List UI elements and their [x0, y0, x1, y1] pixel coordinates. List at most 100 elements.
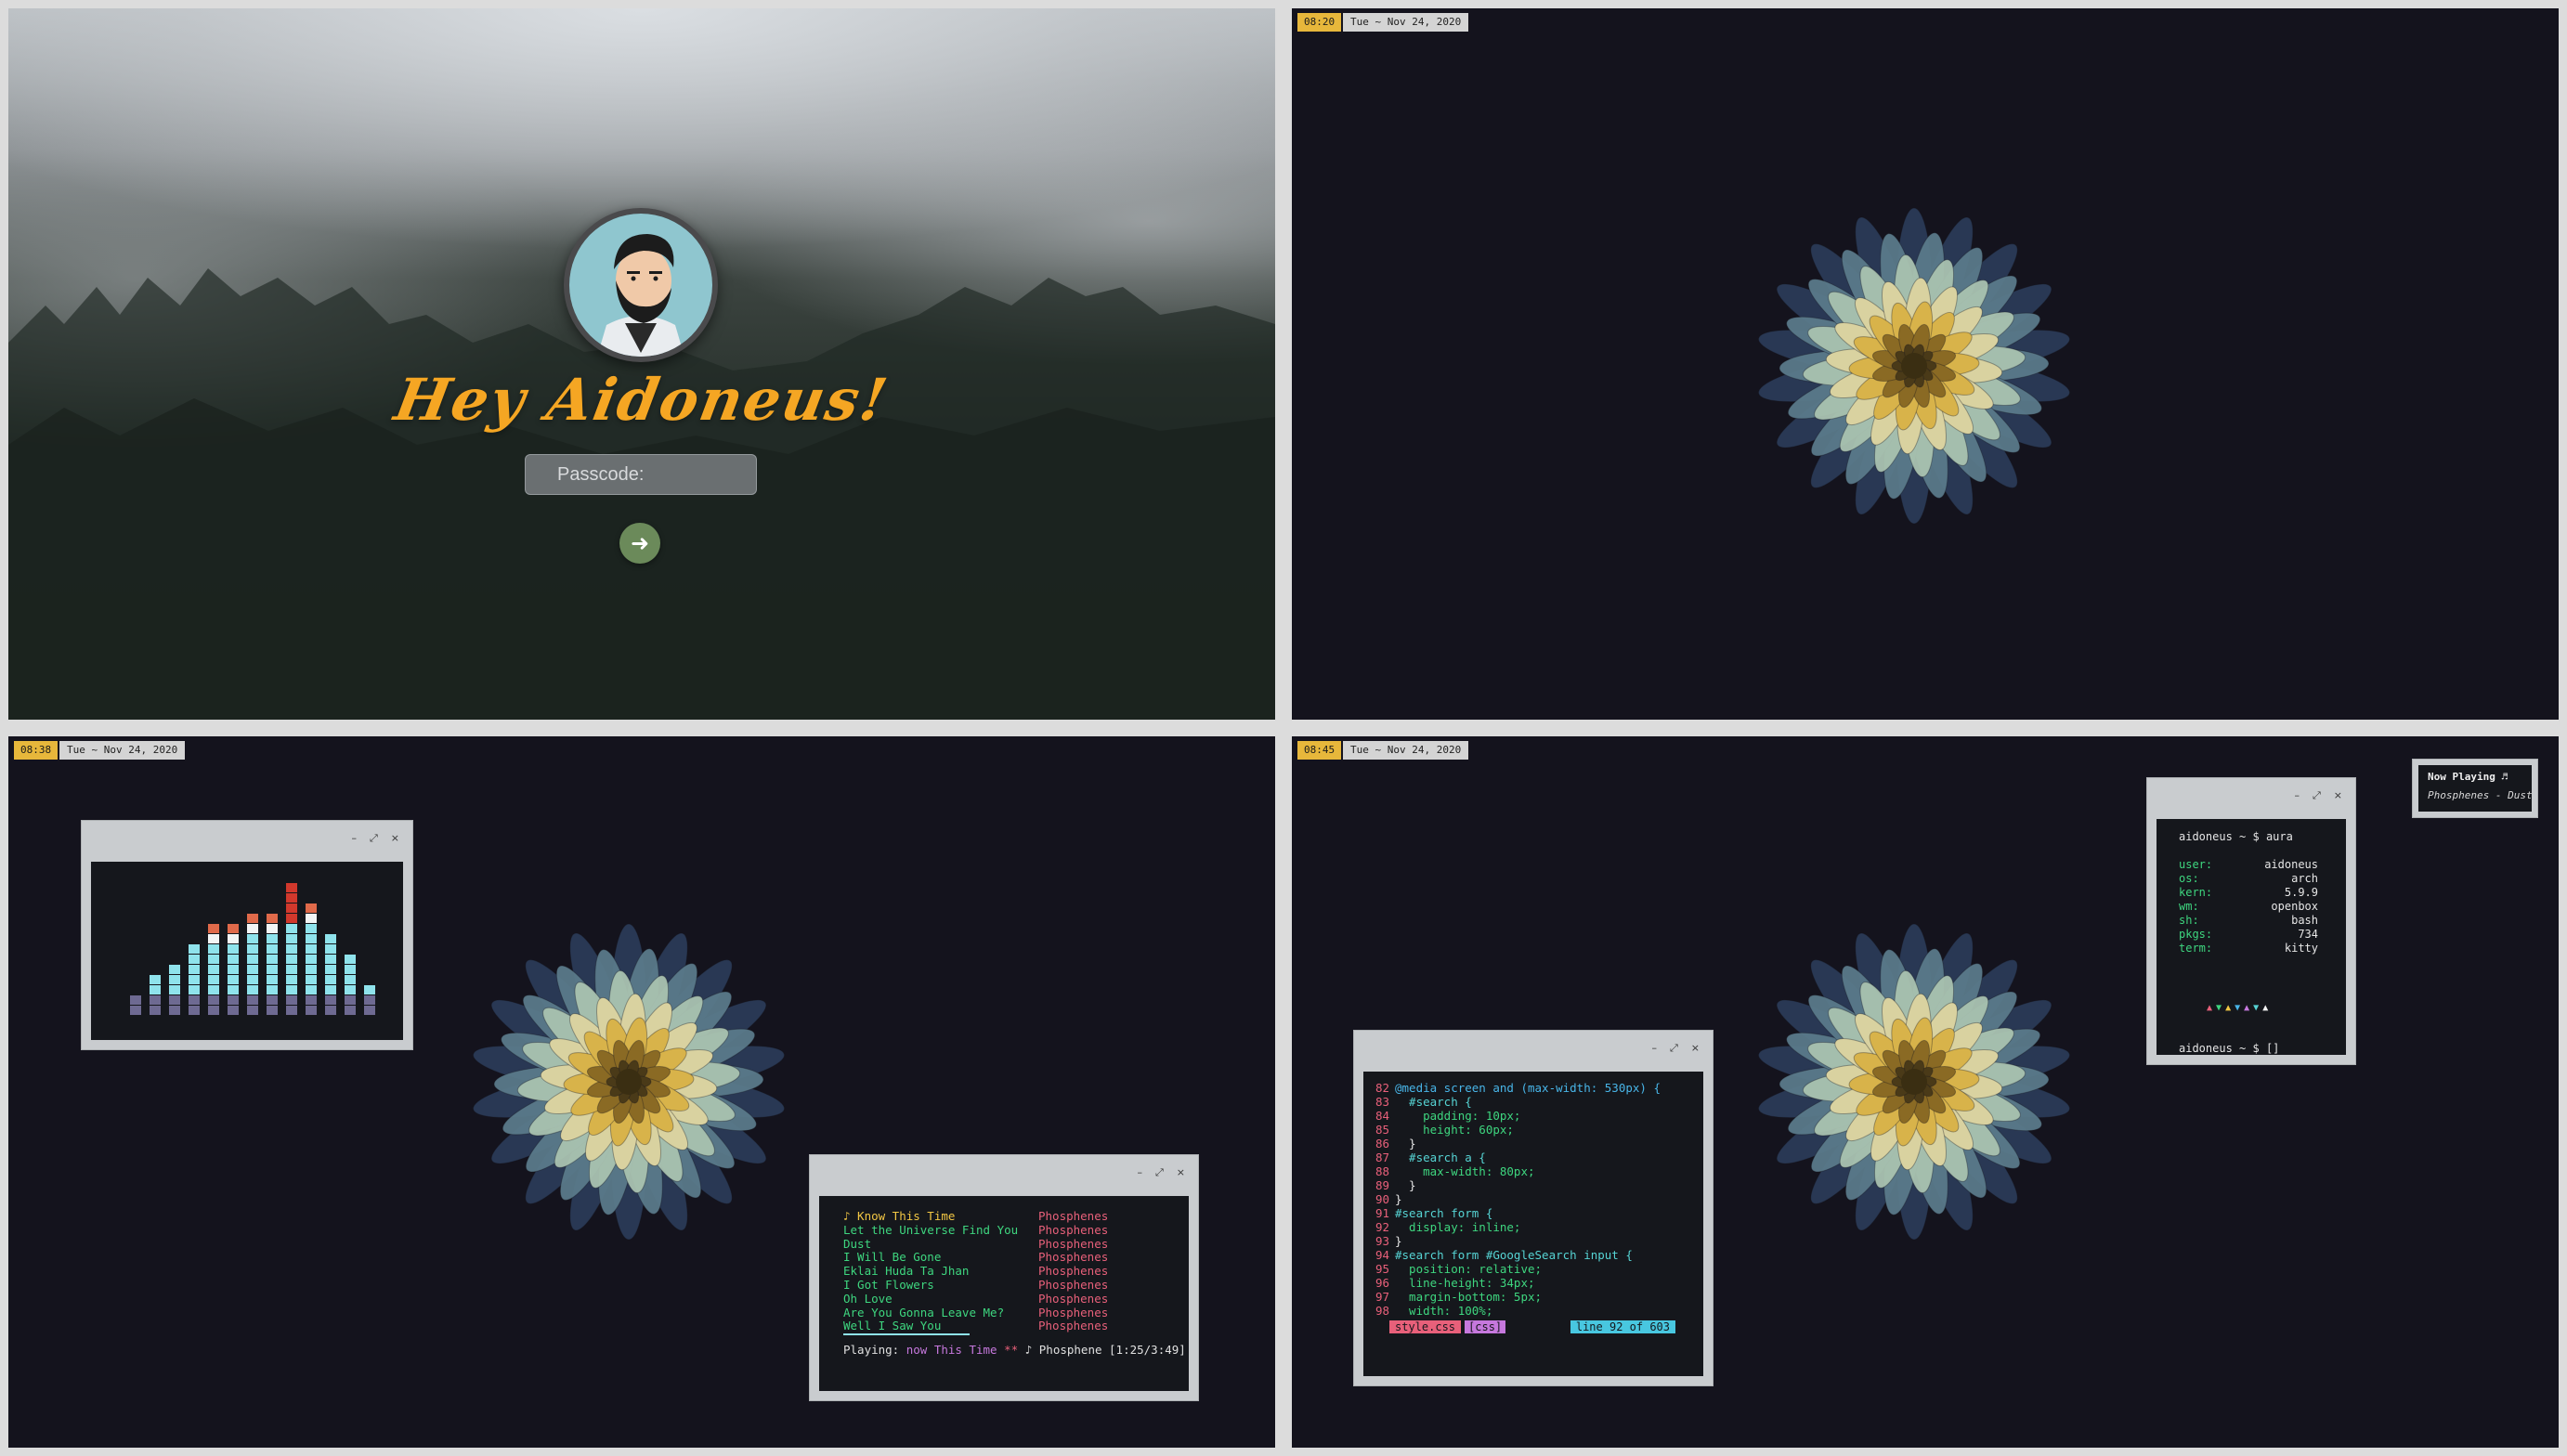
- code-line[interactable]: 90}: [1363, 1192, 1402, 1206]
- code-text: }: [1395, 1234, 1402, 1248]
- visualizer-segment: [306, 995, 317, 1005]
- greeting-text: Hey Aidoneus!: [389, 366, 894, 434]
- window-titlebar[interactable]: – ⤢ ×: [810, 1155, 1198, 1196]
- visualizer-segment: [286, 944, 297, 954]
- minimize-icon[interactable]: –: [1137, 1166, 1142, 1179]
- visualizer-segment: [345, 1006, 356, 1015]
- visualizer-segment: [364, 995, 375, 1005]
- close-icon[interactable]: ×: [391, 832, 399, 845]
- maximize-icon[interactable]: ⤢: [1155, 1166, 1164, 1179]
- notification-title: Now Playing ♬: [2428, 771, 2508, 783]
- window-titlebar[interactable]: – ⤢ ×: [2147, 778, 2355, 819]
- playlist-item[interactable]: Eklai Huda Ta Jhan Phosphenes: [843, 1264, 1159, 1278]
- playlist-item[interactable]: Well I Saw You Phosphenes: [843, 1319, 1159, 1332]
- line-number: 90: [1375, 1192, 1389, 1206]
- sysinfo-key: pkgs:: [2179, 928, 2213, 941]
- minimize-icon[interactable]: –: [1651, 1042, 1657, 1055]
- visualizer-segment: [228, 1006, 239, 1015]
- visualizer-segment: [247, 995, 258, 1005]
- now-playing-notification[interactable]: Now Playing ♬ Phosphenes - Dust: [2412, 759, 2538, 818]
- track-artist: Phosphenes: [1038, 1291, 1109, 1306]
- visualizer-segment: [247, 985, 258, 994]
- sysinfo-row: os: arch: [2179, 872, 2318, 885]
- code-line[interactable]: 91 #search form {: [1363, 1206, 1492, 1220]
- code-line[interactable]: 98 width: 100%;: [1363, 1304, 1492, 1318]
- unlock-button[interactable]: ➜: [619, 523, 660, 564]
- close-icon[interactable]: ×: [1177, 1166, 1185, 1179]
- code-line[interactable]: 85 height: 60px;: [1363, 1123, 1514, 1137]
- visualizer-segment: [345, 975, 356, 984]
- minimize-icon[interactable]: –: [2294, 789, 2300, 802]
- visualizer-segment: [345, 985, 356, 994]
- sysinfo-key: user:: [2179, 858, 2213, 871]
- playlist-item[interactable]: I Got Flowers Phosphenes: [843, 1278, 1159, 1292]
- code-line[interactable]: 96 line-height: 34px;: [1363, 1276, 1535, 1290]
- code-line[interactable]: 97 margin-bottom: 5px;: [1363, 1290, 1542, 1304]
- playlist: Playing: now This Time ** ♪ Phosphene [1…: [819, 1196, 1189, 1391]
- code-line[interactable]: 92 display: inline;: [1363, 1220, 1521, 1234]
- playlist-item[interactable]: I Will Be Gone Phosphenes: [843, 1250, 1159, 1264]
- terminal-body[interactable]: aidoneus ~ $ aura user: aidoneus os: arch ke…: [2157, 819, 2346, 1055]
- visualizer-segment: [286, 893, 297, 903]
- minimize-icon[interactable]: –: [351, 832, 357, 845]
- dahlia-wallpaper: [1758, 207, 2070, 525]
- track-artist: Phosphenes: [1038, 1278, 1109, 1292]
- code-text: max-width: 80px;: [1395, 1164, 1535, 1178]
- window-titlebar[interactable]: – ⤢ ×: [82, 821, 412, 862]
- code-line[interactable]: 86 }: [1363, 1137, 1416, 1150]
- code-line[interactable]: 94 #search form #GoogleSearch input {: [1363, 1248, 1633, 1262]
- track-artist: Phosphenes: [1038, 1305, 1109, 1320]
- window-titlebar[interactable]: – ⤢ ×: [1354, 1031, 1713, 1072]
- visualizer-segment: [208, 934, 219, 943]
- dahlia-wallpaper: [1758, 923, 2070, 1241]
- code-editor[interactable]: 82 @media screen and (max-width: 530px) {…: [1363, 1072, 1703, 1376]
- color-triangle: ▲: [2244, 1003, 2254, 1013]
- editor-window[interactable]: – ⤢ × 82 @media screen and (max-width: 53…: [1353, 1030, 1714, 1386]
- visualizer-segment: [286, 1006, 297, 1015]
- code-line[interactable]: 88 max-width: 80px;: [1363, 1164, 1535, 1178]
- playlist-item[interactable]: Dust Phosphenes: [843, 1237, 1159, 1251]
- visualizer-segment: [306, 944, 317, 954]
- playlist-item[interactable]: Oh Love Phosphenes: [843, 1292, 1159, 1306]
- playlist-item[interactable]: Let the Universe Find You Phosphenes: [843, 1223, 1159, 1237]
- visualizer-segment: [169, 985, 180, 994]
- visualizer-segment: [306, 1006, 317, 1015]
- code-line[interactable]: 83 #search {: [1363, 1095, 1472, 1109]
- code-line[interactable]: 93}: [1363, 1234, 1402, 1248]
- close-icon[interactable]: ×: [2334, 789, 2342, 802]
- maximize-icon[interactable]: ⤢: [1670, 1042, 1678, 1055]
- maximize-icon[interactable]: ⤢: [370, 832, 378, 845]
- visualizer-segment: [306, 975, 317, 984]
- code-line[interactable]: 89 }: [1363, 1178, 1416, 1192]
- visualizer-segment: [325, 985, 336, 994]
- track-artist: Phosphenes: [1038, 1319, 1109, 1333]
- playlist-item[interactable]: ♪ Know This Time Phosphenes: [843, 1209, 1159, 1223]
- date-widget: Tue ~ Nov 24, 2020: [1343, 13, 1469, 32]
- visualizer-segment: [267, 965, 278, 974]
- playlist-item[interactable]: Are You Gonna Leave Me? Phosphenes: [843, 1306, 1159, 1320]
- passcode-input[interactable]: Passcode:: [525, 454, 757, 495]
- code-line[interactable]: 87 #search a {: [1363, 1150, 1486, 1164]
- color-triangle: ▲: [2225, 1003, 2235, 1013]
- visualizer-segment: [325, 995, 336, 1005]
- visualizer-window[interactable]: – ⤢ ×: [81, 820, 413, 1050]
- close-icon[interactable]: ×: [1691, 1042, 1700, 1055]
- maximize-icon[interactable]: ⤢: [2313, 789, 2321, 802]
- code-line[interactable]: 95 position: relative;: [1363, 1262, 1542, 1276]
- visualizer-segment: [189, 944, 200, 954]
- music-player-window[interactable]: – ⤢ × Playing: now This Time ** ♪ Phosph…: [809, 1154, 1199, 1401]
- visualizer-segment: [325, 955, 336, 964]
- visualizer-segment: [228, 924, 239, 933]
- code-line[interactable]: 82 @media screen and (max-width: 530px) {: [1363, 1081, 1661, 1095]
- code-line[interactable]: 84 padding: 10px;: [1363, 1109, 1521, 1123]
- terminal-prompt-line[interactable]: aidoneus ~ $ []: [2179, 1042, 2279, 1055]
- code-text: width: 100%;: [1395, 1304, 1493, 1318]
- visualizer-segment: [267, 985, 278, 994]
- line-number: 84: [1375, 1109, 1389, 1123]
- visualizer-segment: [247, 914, 258, 923]
- visualizer-segment: [247, 1006, 258, 1015]
- visualizer-segment: [208, 955, 219, 964]
- terminal-window[interactable]: – ⤢ × aidoneus ~ $ aura user: aidoneus os:…: [2146, 777, 2356, 1065]
- desktop-1: 08:20 Tue ~ Nov 24, 2020: [1292, 8, 2559, 720]
- cursor: []: [2265, 1042, 2280, 1055]
